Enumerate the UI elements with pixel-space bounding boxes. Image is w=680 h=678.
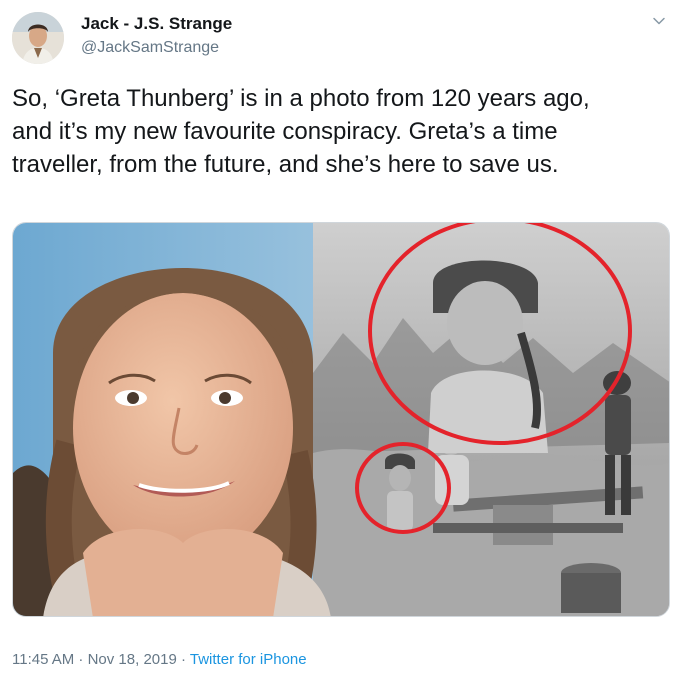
tweet-text: So, ‘Greta Thunberg’ is in a photo from … [12,85,590,178]
tweet-photo[interactable] [12,222,670,617]
chevron-down-icon[interactable] [652,14,666,28]
timestamp[interactable]: 11:45 AM · Nov 18, 2019 [12,651,177,668]
source-link[interactable]: Twitter for iPhone [190,651,307,668]
meta-separator: · [176,651,190,668]
user-handle[interactable]: @JackSamStrange [81,39,219,57]
display-name[interactable]: Jack - J.S. Strange [81,14,232,34]
avatar[interactable] [12,12,64,64]
avatar-image [12,12,64,64]
photo-collage [13,223,669,616]
tweet-meta: 11:45 AM · Nov 18, 2019 · Twitter for iP… [12,651,307,668]
